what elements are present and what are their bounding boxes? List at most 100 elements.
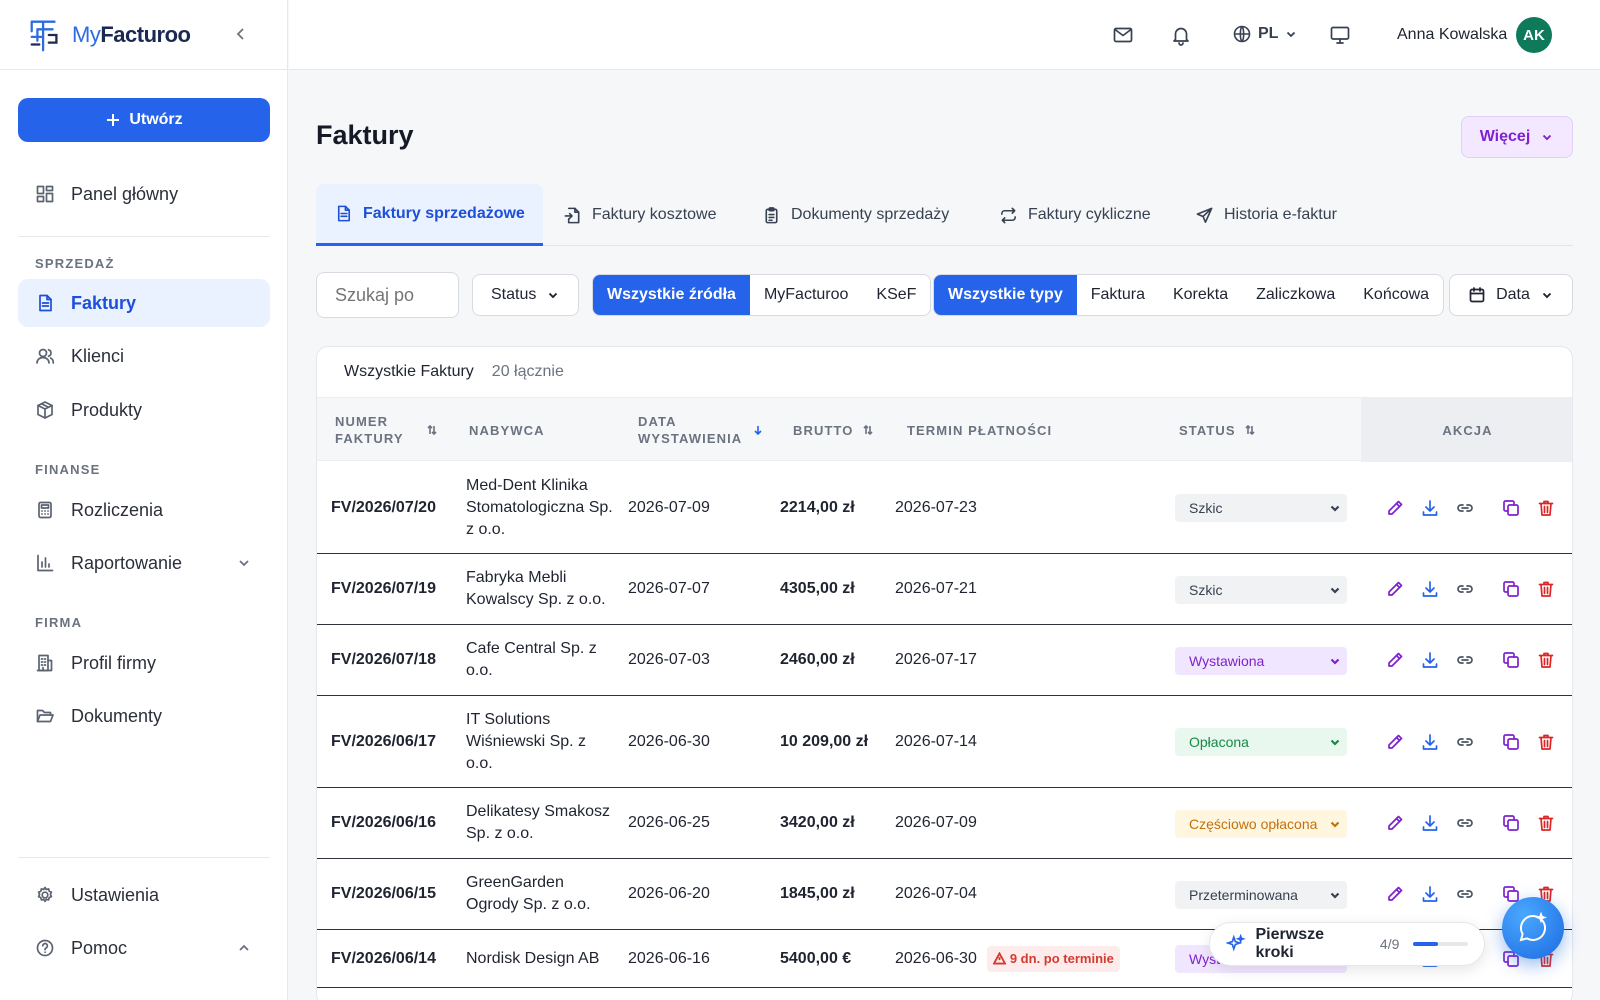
- invoice-number[interactable]: FV/2026/06/16: [331, 788, 436, 858]
- sidebar-item-settings[interactable]: Ustawienia: [18, 871, 270, 919]
- trash-icon[interactable]: [1536, 732, 1556, 752]
- source-option-myfacturoo[interactable]: MyFacturoo: [750, 275, 862, 315]
- status-select[interactable]: Wystawiona: [1175, 646, 1347, 675]
- search-input[interactable]: [316, 272, 459, 318]
- language-selector[interactable]: PL: [1232, 24, 1298, 44]
- bell-icon[interactable]: [1170, 24, 1192, 46]
- copy-icon[interactable]: [1501, 732, 1521, 752]
- status-select[interactable]: Szkic: [1175, 575, 1347, 604]
- column-gross[interactable]: BRUTTO: [793, 398, 874, 462]
- user-name[interactable]: Anna Kowalska: [1397, 26, 1507, 44]
- sidebar-item-products[interactable]: Produkty: [18, 386, 270, 434]
- edit-icon[interactable]: [1385, 650, 1405, 670]
- edit-icon[interactable]: [1385, 813, 1405, 833]
- status-filter[interactable]: Status: [472, 274, 580, 316]
- invoice-number[interactable]: FV/2026/06/14: [331, 930, 436, 987]
- sidebar-item-documents[interactable]: Dokumenty: [18, 692, 270, 740]
- tab-e-invoice-history[interactable]: Historia e-faktur: [1195, 184, 1337, 246]
- date-filter[interactable]: Data: [1449, 274, 1573, 316]
- onboarding-widget[interactable]: Pierwsze kroki 4/9: [1209, 922, 1485, 966]
- edit-icon[interactable]: [1385, 579, 1405, 599]
- type-option-all[interactable]: Wszystkie typy: [934, 275, 1077, 315]
- table-row[interactable]: FV/2026/07/19 Fabryka Mebli Kowalscy Sp. …: [317, 554, 1572, 625]
- source-option-ksef[interactable]: KSeF: [862, 275, 930, 315]
- sidebar-item-settlements[interactable]: Rozliczenia: [18, 486, 270, 534]
- trash-icon[interactable]: [1536, 813, 1556, 833]
- table-row[interactable]: FV/2026/06/17 IT Solutions Wiśniewski Sp.…: [317, 696, 1572, 788]
- document-import-icon: [563, 206, 582, 225]
- invoice-number[interactable]: FV/2026/06/15: [331, 859, 436, 929]
- download-icon[interactable]: [1420, 498, 1440, 518]
- sidebar-item-clients[interactable]: Klienci: [18, 332, 270, 380]
- column-status[interactable]: STATUS: [1179, 398, 1256, 462]
- mail-icon[interactable]: [1112, 24, 1134, 46]
- chevron-down-icon[interactable]: [236, 555, 252, 571]
- sidebar-item-dashboard[interactable]: Panel główny: [18, 170, 270, 218]
- status-value: Szkic: [1189, 581, 1223, 598]
- link-icon[interactable]: [1455, 498, 1475, 518]
- tab-label: Historia e-faktur: [1224, 206, 1337, 223]
- trash-icon[interactable]: [1536, 579, 1556, 599]
- tab-recurring-invoices[interactable]: Faktury cykliczne: [999, 184, 1151, 246]
- invoice-number[interactable]: FV/2026/06/17: [331, 696, 436, 787]
- sidebar-item-invoices[interactable]: Faktury: [18, 279, 270, 327]
- copy-icon[interactable]: [1501, 498, 1521, 518]
- table-row[interactable]: FV/2026/06/16 Delikatesy Smakosz Sp. z o.…: [317, 788, 1572, 859]
- type-option-advance[interactable]: Zaliczkowa: [1242, 275, 1349, 315]
- table-row[interactable]: FV/2026/06/15 GreenGarden Ogrody Sp. z o.…: [317, 859, 1572, 930]
- avatar[interactable]: AK: [1516, 17, 1552, 53]
- status-select[interactable]: Szkic: [1175, 494, 1347, 522]
- download-icon[interactable]: [1420, 579, 1440, 599]
- link-icon[interactable]: [1455, 579, 1475, 599]
- sidebar-item-reporting[interactable]: Raportowanie: [18, 539, 270, 587]
- copy-icon[interactable]: [1501, 650, 1521, 670]
- download-icon[interactable]: [1420, 650, 1440, 670]
- edit-icon[interactable]: [1385, 884, 1405, 904]
- copy-icon[interactable]: [1501, 813, 1521, 833]
- column-issue-date[interactable]: DATA WYSTAWIENIA: [638, 398, 764, 462]
- tab-cost-invoices[interactable]: Faktury kosztowe: [563, 184, 716, 246]
- trash-icon[interactable]: [1536, 650, 1556, 670]
- download-icon[interactable]: [1420, 813, 1440, 833]
- tab-sales-documents[interactable]: Dokumenty sprzedaży: [762, 184, 949, 246]
- edit-icon[interactable]: [1385, 498, 1405, 518]
- invoice-number[interactable]: FV/2026/07/19: [331, 554, 436, 624]
- overdue-note: 9 dn. po terminie: [1009, 950, 1114, 966]
- chevron-down-icon: [1330, 505, 1340, 512]
- link-icon[interactable]: [1455, 650, 1475, 670]
- tab-sales-invoices[interactable]: Faktury sprzedażowe: [316, 184, 543, 246]
- table-count: 20 łącznie: [491, 363, 564, 380]
- chevron-up-icon[interactable]: [236, 940, 252, 956]
- download-icon[interactable]: [1420, 732, 1440, 752]
- link-icon[interactable]: [1455, 732, 1475, 752]
- more-button[interactable]: Więcej: [1461, 116, 1573, 158]
- sidebar-item-company-profile[interactable]: Profil firmy: [18, 639, 270, 687]
- table-row[interactable]: FV/2026/07/18 Cafe Central Sp. z o.o. 2026…: [317, 625, 1572, 696]
- monitor-icon[interactable]: [1329, 24, 1351, 46]
- source-option-all[interactable]: Wszystkie źródła: [593, 275, 750, 315]
- chevron-left-icon[interactable]: [231, 24, 251, 44]
- edit-icon[interactable]: [1385, 732, 1405, 752]
- status-select[interactable]: Opłacona: [1175, 728, 1347, 756]
- type-option-final[interactable]: Końcowa: [1349, 275, 1443, 315]
- app-logo[interactable]: MyFacturoo: [26, 16, 191, 54]
- copy-icon[interactable]: [1501, 579, 1521, 599]
- status-select[interactable]: Częściowo opłacona: [1175, 809, 1347, 838]
- invoice-number[interactable]: FV/2026/07/20: [331, 462, 436, 553]
- create-button[interactable]: Utwórz: [18, 98, 270, 142]
- assistant-button[interactable]: [1502, 897, 1564, 959]
- table-row[interactable]: FV/2026/07/20 Med-Dent Klinika Stomatolog…: [317, 462, 1572, 554]
- link-icon[interactable]: [1455, 884, 1475, 904]
- type-option-invoice[interactable]: Faktura: [1077, 275, 1159, 315]
- trash-icon[interactable]: [1536, 498, 1556, 518]
- link-icon[interactable]: [1455, 813, 1475, 833]
- invoice-number[interactable]: FV/2026/07/18: [331, 625, 436, 695]
- row-actions: [1361, 625, 1572, 695]
- type-option-correction[interactable]: Korekta: [1159, 275, 1242, 315]
- sidebar-item-help[interactable]: Pomoc: [18, 924, 270, 972]
- download-icon[interactable]: [1420, 884, 1440, 904]
- calendar-icon: [1468, 286, 1486, 304]
- due-date-cell: 2026-06-30 9 dn. po terminie: [895, 930, 1120, 987]
- column-number[interactable]: NUMER FAKTURY: [335, 398, 438, 462]
- status-select[interactable]: Przeterminowana: [1175, 880, 1347, 909]
